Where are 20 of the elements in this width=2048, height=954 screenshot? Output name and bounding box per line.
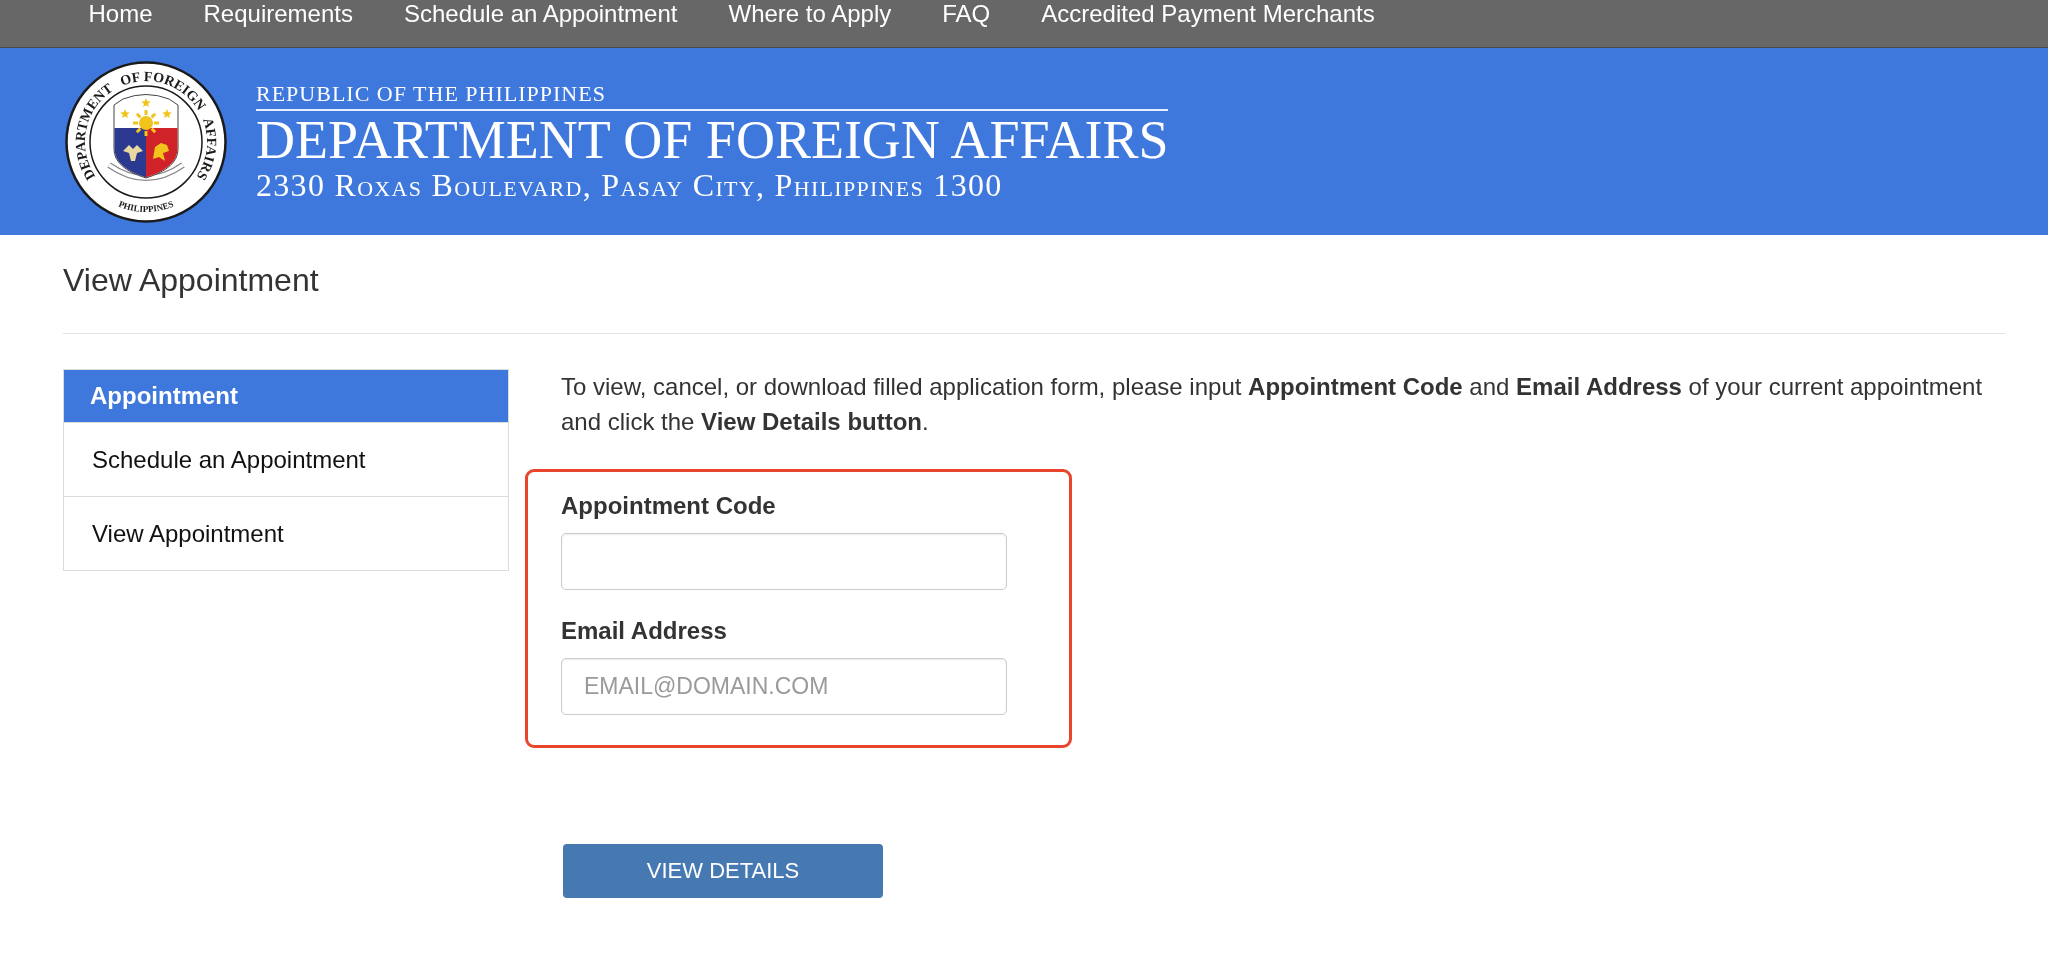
field-label: Appointment Code xyxy=(561,492,776,520)
field-label: Email Address xyxy=(561,617,727,645)
nav-link[interactable]: Accredited Payment Merchants xyxy=(1015,0,1401,28)
view-details-button[interactable]: VIEW DETAILS xyxy=(563,844,883,898)
nav-link[interactable]: FAQ xyxy=(916,0,1016,28)
nav-link[interactable]: Requirements xyxy=(178,0,379,28)
nav-link[interactable]: Where to Apply xyxy=(703,0,917,28)
instructions-text: To view, cancel, or download filled application form, please input Appointment Code and Email Address of your current appointment and click the View Details button. xyxy=(561,372,1984,437)
sidebar-heading: Appointment xyxy=(64,370,508,422)
page-title: View Appointment xyxy=(63,261,319,299)
republic-line: REPUBLIC OF THE PHILIPPINES xyxy=(256,80,606,106)
sidebar-item[interactable]: View Appointment xyxy=(64,496,508,570)
sidebar-item[interactable]: Schedule an Appointment xyxy=(64,422,508,496)
input-field[interactable] xyxy=(561,533,1007,590)
nav-link[interactable]: Home xyxy=(63,0,179,28)
department-title: DEPARTMENT OF FOREIGN AFFAIRS xyxy=(256,111,1169,168)
nav-link[interactable]: Schedule an Appointment xyxy=(378,0,703,28)
seal-bottom-text: PHILIPPINES xyxy=(117,198,175,214)
input-field[interactable]: EMAIL@DOMAIN.COM xyxy=(561,658,1007,715)
address-line: 2330 Roxas Boulevard, Pasay City, Philippines 1300 xyxy=(256,167,1003,202)
